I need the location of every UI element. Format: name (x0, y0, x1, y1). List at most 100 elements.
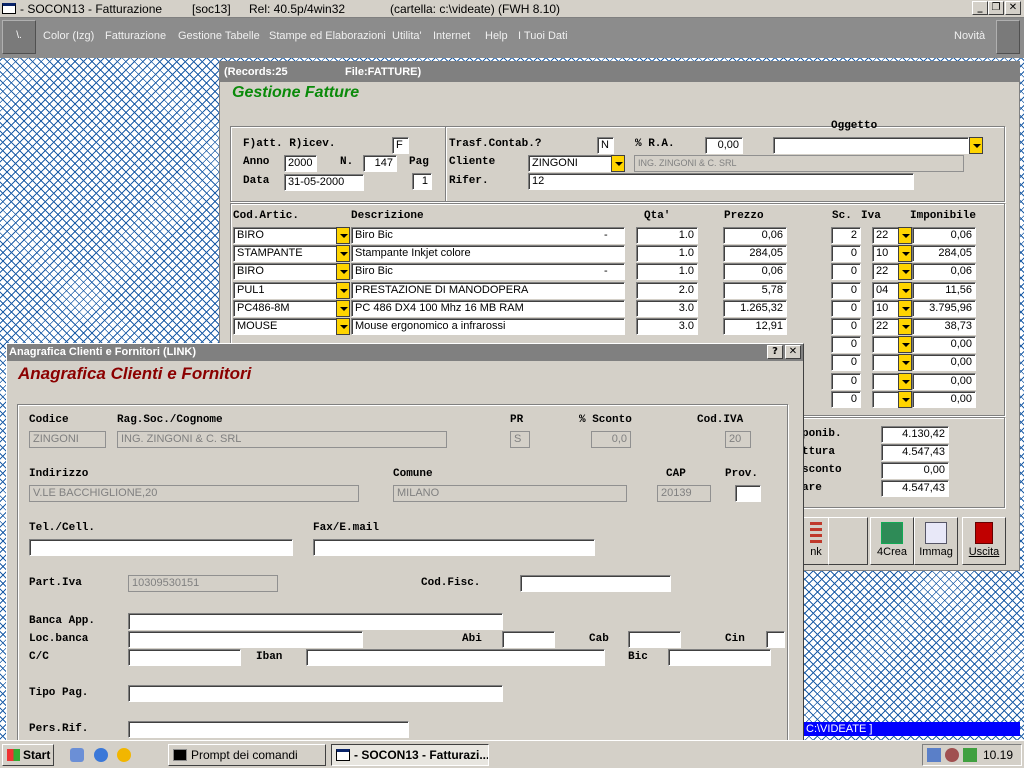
task-prompt[interactable]: Prompt dei comandi (168, 744, 326, 766)
data-field[interactable]: 31-05-2000 (284, 174, 364, 191)
pag-field[interactable]: 1 (412, 173, 432, 190)
row-sc-field[interactable]: 0 (831, 373, 861, 390)
row-prezzo-field[interactable]: 1.265,32 (723, 300, 787, 317)
row-prezzo-field[interactable]: 0,06 (723, 227, 787, 244)
row-desc-field[interactable]: Biro Bic (351, 227, 625, 244)
numero-field[interactable]: 147 (363, 155, 397, 172)
menu-utilita[interactable]: Utilita' (392, 30, 422, 42)
row-sc-field[interactable]: 0 (831, 282, 861, 299)
close-button[interactable]: ✕ (1005, 1, 1021, 15)
row-sc-field[interactable]: 2 (831, 227, 861, 244)
row-imp-field[interactable]: 3.795,96 (912, 300, 976, 317)
row-imp-field[interactable]: 0,00 (912, 354, 976, 371)
row-qta-field[interactable]: 1.0 (636, 263, 698, 280)
row-iva-field[interactable]: 10 (872, 245, 899, 262)
oggetto-field[interactable] (773, 137, 969, 154)
row-prezzo-field[interactable]: 284,05 (723, 245, 787, 262)
start-button[interactable]: Start (2, 744, 54, 766)
row-sc-field[interactable]: 0 (831, 318, 861, 335)
row-cod-field[interactable]: BIRO (233, 227, 337, 244)
bic-field[interactable] (668, 649, 771, 666)
trasf-field[interactable]: N (597, 137, 614, 154)
immag-button[interactable]: Immag (914, 517, 958, 565)
row-iva-dropdown-button[interactable] (898, 354, 912, 371)
row-sc-field[interactable]: 0 (831, 300, 861, 317)
blank-button[interactable] (828, 517, 868, 565)
row-cod-field[interactable]: PC486-8M (233, 300, 337, 317)
row-iva-dropdown-button[interactable] (898, 245, 912, 262)
row-imp-field[interactable]: 38,73 (912, 318, 976, 335)
row-sc-field[interactable]: 0 (831, 336, 861, 353)
crea-button[interactable]: 4Crea (870, 517, 914, 565)
row-sc-field[interactable]: 0 (831, 245, 861, 262)
dialog-close-button[interactable]: ✕ (785, 345, 801, 359)
row-iva-field[interactable]: 22 (872, 263, 899, 280)
row-sc-field[interactable]: 0 (831, 263, 861, 280)
prov-field[interactable] (735, 485, 761, 502)
persrif-field[interactable] (128, 721, 409, 738)
row-imp-field[interactable]: 284,05 (912, 245, 976, 262)
menu-right-button[interactable] (996, 20, 1020, 54)
tray-app-icon[interactable] (945, 748, 959, 762)
row-imp-field[interactable]: 0,00 (912, 373, 976, 390)
menu-internet[interactable]: Internet (433, 30, 470, 42)
uscita-button[interactable]: Uscita (962, 517, 1006, 565)
task-socon13[interactable]: - SOCON13 - Fatturazi... (331, 744, 489, 766)
row-qta-field[interactable]: 3.0 (636, 318, 698, 335)
locbanca-field[interactable] (128, 631, 363, 648)
row-cod-field[interactable]: MOUSE (233, 318, 337, 335)
cc-field[interactable] (128, 649, 241, 666)
cab-field[interactable] (628, 631, 681, 648)
row-sc-field[interactable]: 0 (831, 354, 861, 371)
fax-field[interactable] (313, 539, 595, 556)
row-cod-dropdown-button[interactable] (336, 227, 350, 244)
oggetto-dropdown-button[interactable] (969, 137, 983, 154)
app-menu-icon[interactable]: \. (2, 20, 36, 54)
row-imp-field[interactable]: 0,00 (912, 391, 976, 408)
row-desc-field[interactable]: PRESTAZIONE DI MANODOPERA (351, 282, 625, 299)
menu-stampe[interactable]: Stampe ed Elaborazioni (269, 30, 386, 42)
row-cod-dropdown-button[interactable] (336, 263, 350, 280)
menu-help[interactable]: Help (485, 30, 508, 42)
row-cod-dropdown-button[interactable] (336, 245, 350, 262)
row-cod-dropdown-button[interactable] (336, 318, 350, 335)
cliente-dropdown-button[interactable] (611, 155, 625, 172)
menu-novita[interactable]: Novità (954, 30, 985, 42)
menu-color[interactable]: Color (Izg) (43, 30, 94, 42)
row-desc-field[interactable]: PC 486 DX4 100 Mhz 16 MB RAM (351, 300, 625, 317)
safely-remove-icon[interactable] (963, 748, 977, 762)
cin-field[interactable] (766, 631, 785, 648)
row-iva-field[interactable]: 22 (872, 318, 899, 335)
row-imp-field[interactable]: 0,06 (912, 263, 976, 280)
row-imp-field[interactable]: 11,56 (912, 282, 976, 299)
fatt-field[interactable]: F (392, 137, 409, 154)
row-prezzo-field[interactable]: 0,06 (723, 263, 787, 280)
menu-gestione-tabelle[interactable]: Gestione Tabelle (178, 30, 260, 42)
row-iva-field[interactable] (872, 391, 899, 408)
row-qta-field[interactable]: 1.0 (636, 245, 698, 262)
minimize-button[interactable]: _ (972, 1, 988, 15)
tel-field[interactable] (29, 539, 293, 556)
row-cod-field[interactable]: BIRO (233, 263, 337, 280)
rifer-field[interactable]: 12 (528, 173, 914, 190)
anno-field[interactable]: 2000 (284, 155, 317, 172)
row-cod-field[interactable]: PUL1 (233, 282, 337, 299)
row-prezzo-field[interactable]: 12,91 (723, 318, 787, 335)
row-desc-field[interactable]: Biro Bic (351, 263, 625, 280)
dialog-help-button[interactable]: ? (767, 345, 783, 359)
restore-button[interactable]: ❐ (988, 1, 1004, 15)
row-iva-field[interactable]: 10 (872, 300, 899, 317)
link-button[interactable]: nk (803, 517, 829, 565)
row-iva-dropdown-button[interactable] (898, 318, 912, 335)
row-iva-field[interactable] (872, 354, 899, 371)
codfisc-field[interactable] (520, 575, 671, 592)
tipopag-field[interactable] (128, 685, 503, 702)
row-iva-dropdown-button[interactable] (898, 263, 912, 280)
row-iva-dropdown-button[interactable] (898, 373, 912, 390)
row-iva-field[interactable]: 04 (872, 282, 899, 299)
quicklaunch-ie-icon[interactable] (94, 748, 108, 762)
cliente-field[interactable]: ZINGONI (528, 155, 616, 172)
row-iva-field[interactable] (872, 336, 899, 353)
row-cod-dropdown-button[interactable] (336, 300, 350, 317)
row-qta-field[interactable]: 1.0 (636, 227, 698, 244)
